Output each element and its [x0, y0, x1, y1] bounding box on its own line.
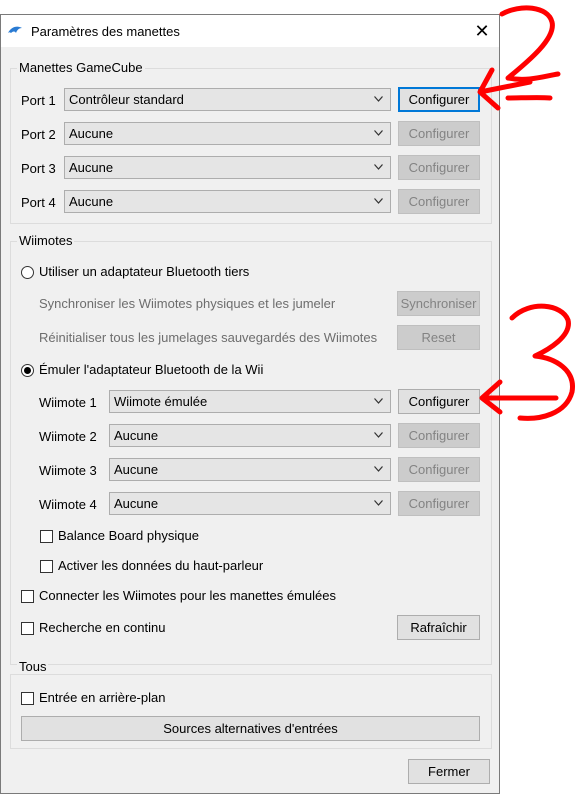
annotation-number-3: [509, 303, 575, 421]
annotation-overlay: [477, 5, 575, 421]
annotation-arrow-3: [479, 379, 559, 415]
annotation-number-2: [499, 5, 561, 82]
